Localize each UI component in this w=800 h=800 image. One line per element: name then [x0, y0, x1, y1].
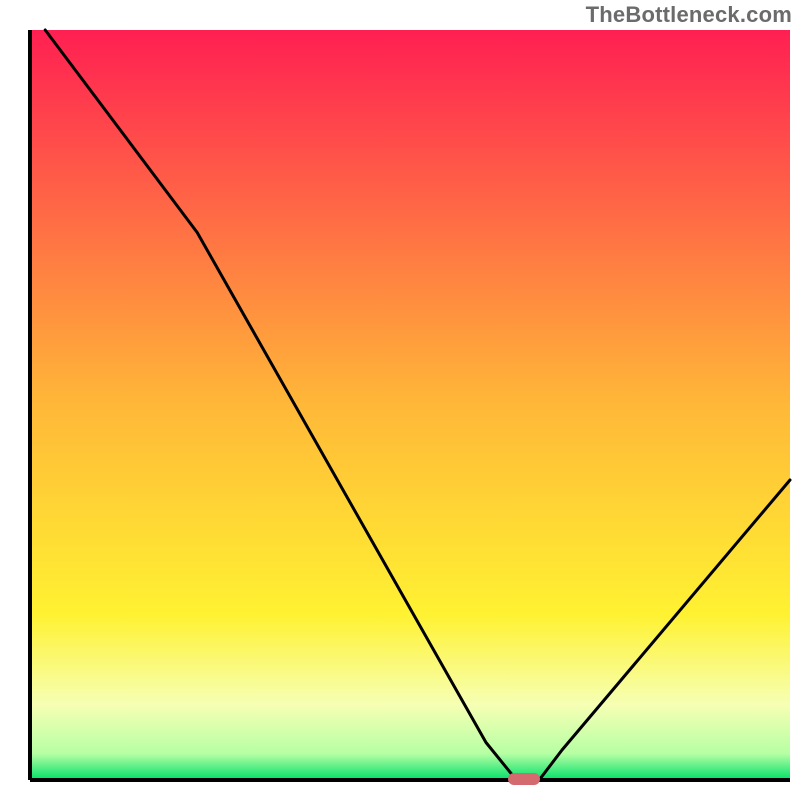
watermark-text: TheBottleneck.com — [586, 2, 792, 28]
optimal-marker — [508, 773, 540, 785]
bottleneck-chart — [0, 0, 800, 800]
heat-gradient-background — [30, 30, 790, 780]
chart-container: TheBottleneck.com — [0, 0, 800, 800]
